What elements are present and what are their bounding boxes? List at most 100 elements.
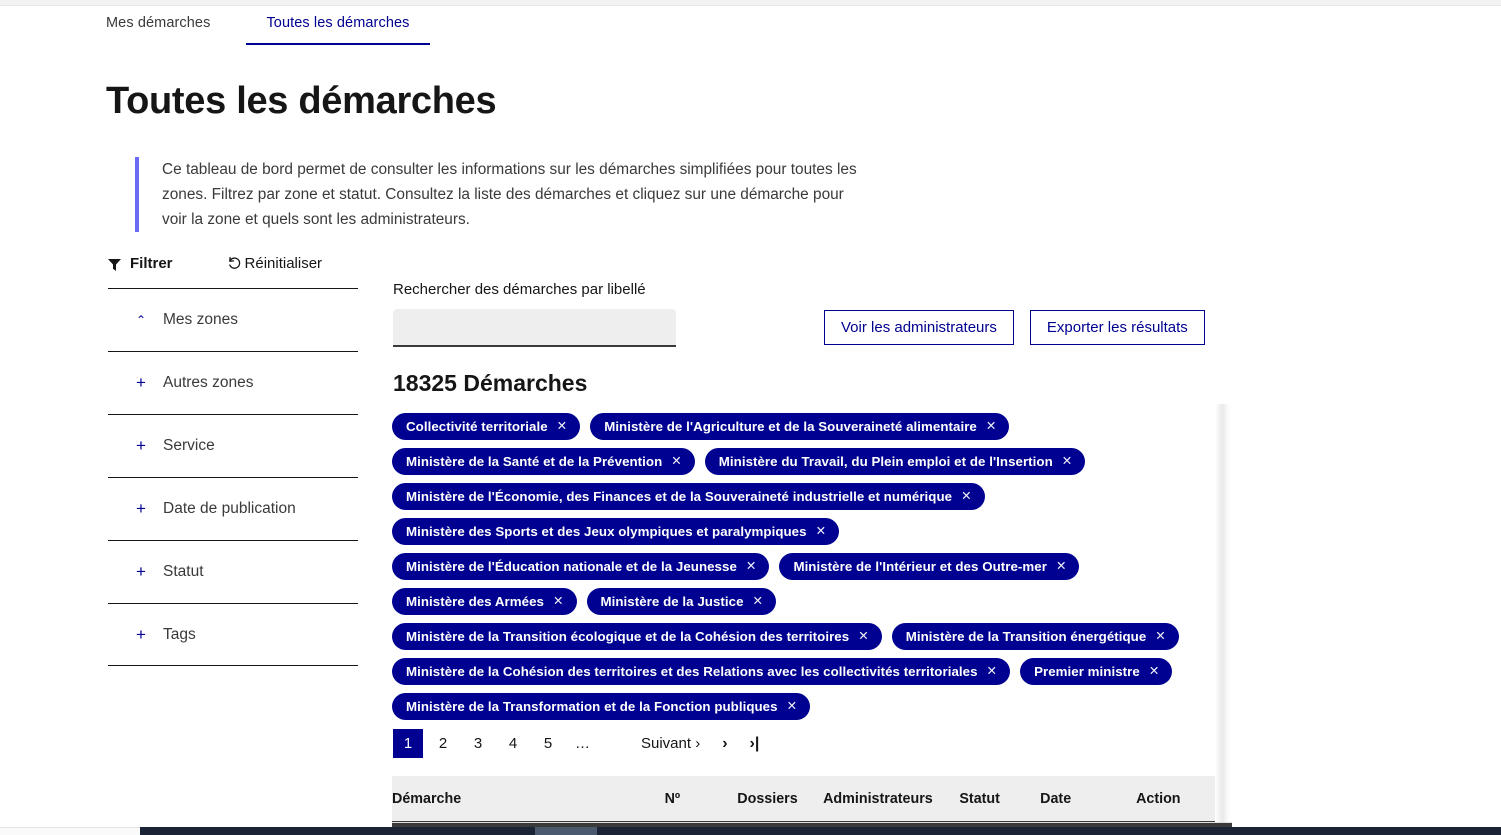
filter-chip[interactable]: Ministère de l'Agriculture et de la Souv… (590, 413, 1009, 440)
chip-label: Ministère du Travail, du Plein emploi et… (719, 454, 1053, 469)
accordion-label: Autres zones (163, 374, 253, 392)
filter-chip[interactable]: Ministère de la Justice✕ (587, 588, 777, 615)
taskbar-left-segment (0, 827, 140, 835)
chip-label: Ministère de l'Éducation nationale et de… (406, 559, 737, 574)
accordion-label: Service (163, 437, 215, 455)
os-taskbar (0, 827, 1501, 835)
page-button-1[interactable]: 1 (393, 729, 423, 758)
filter-chip[interactable]: Ministère de la Santé et de la Préventio… (392, 448, 695, 475)
close-icon[interactable]: ✕ (1149, 665, 1160, 678)
filter-title-group: Filtrer (108, 255, 173, 272)
plus-icon: + (126, 436, 156, 456)
close-icon[interactable]: ✕ (553, 595, 564, 608)
page-button-3[interactable]: 3 (463, 729, 493, 758)
chip-label: Ministère de la Transition écologique et… (406, 629, 849, 644)
column-header-administrateurs[interactable]: Administrateurs (823, 776, 959, 822)
close-icon[interactable]: ✕ (671, 455, 682, 468)
pagination-ellipsis: … (568, 729, 598, 758)
chip-label: Ministère des Sports et des Jeux olympiq… (406, 524, 807, 539)
filter-chip[interactable]: Premier ministre ✕ (1020, 658, 1172, 685)
tab-toutes-les-demarches[interactable]: Toutes les démarches (246, 7, 429, 45)
filter-chip[interactable]: Ministère de la Transition énergétique ✕ (892, 623, 1179, 650)
close-icon[interactable]: ✕ (787, 700, 798, 713)
chip-label: Ministère de la Cohésion des territoires… (406, 664, 978, 679)
accordion-item-statut[interactable]: + Statut (108, 540, 358, 603)
filter-chip[interactable]: Ministère des Armées✕ (392, 588, 577, 615)
filter-chip[interactable]: Collectivité territoriale✕ (392, 413, 580, 440)
filter-chip[interactable]: Ministère de l'Éducation nationale et de… (392, 553, 769, 580)
tab-mes-demarches[interactable]: Mes démarches (106, 7, 246, 45)
close-icon[interactable]: ✕ (557, 420, 568, 433)
accordion-label: Mes zones (163, 311, 238, 329)
close-icon[interactable]: ✕ (746, 560, 757, 573)
main-tabs: Mes démarches Toutes les démarches (106, 7, 430, 45)
filter-chip[interactable]: Ministère de la Transition écologique et… (392, 623, 882, 650)
demarches-table: Démarche Nº Dossiers Administrateurs Sta… (392, 776, 1232, 826)
close-icon[interactable]: ✕ (1155, 630, 1166, 643)
close-icon[interactable]: ✕ (1062, 455, 1073, 468)
filter-header: Filtrer Réinitialiser (108, 255, 358, 272)
column-header-date[interactable]: Date (1040, 776, 1136, 822)
filter-chip[interactable]: Ministère de la Transformation et de la … (392, 693, 810, 720)
accordion-item-autres-zones[interactable]: + Autres zones (108, 351, 358, 414)
accordion-label: Date de publication (163, 500, 296, 518)
close-icon[interactable]: ✕ (987, 665, 998, 678)
export-results-button[interactable]: Exporter les résultats (1030, 310, 1205, 345)
view-administrators-button[interactable]: Voir les administrateurs (824, 310, 1014, 345)
accordion-label: Statut (163, 563, 204, 581)
tab-label: Mes démarches (106, 15, 210, 31)
accordion-item-tags[interactable]: + Tags (108, 603, 358, 666)
reset-filters-button[interactable]: Réinitialiser (227, 255, 323, 272)
chip-label: Premier ministre (1034, 664, 1140, 679)
plus-icon: + (126, 373, 156, 393)
action-buttons: Voir les administrateurs Exporter les ré… (824, 310, 1205, 345)
close-icon[interactable]: ✕ (816, 525, 827, 538)
chevron-up-icon: ⌃ (126, 313, 156, 327)
search-input[interactable] (393, 309, 676, 347)
plus-icon: + (126, 625, 156, 645)
filter-chip[interactable]: Ministère du Travail, du Plein emploi et… (705, 448, 1086, 475)
taskbar-active-window[interactable] (535, 827, 597, 835)
pagination: 1 2 3 4 5 … Suivant › › ›| (393, 729, 759, 758)
chip-label: Ministère de la Transformation et de la … (406, 699, 778, 714)
filter-chip[interactable]: Ministère des Sports et des Jeux olympiq… (392, 518, 839, 545)
accordion-item-service[interactable]: + Service (108, 414, 358, 477)
reset-label: Réinitialiser (245, 255, 323, 272)
search-label: Rechercher des démarches par libellé (393, 281, 646, 298)
chevron-right-icon[interactable]: › (722, 735, 727, 753)
close-icon[interactable]: ✕ (986, 420, 997, 433)
chip-label: Ministère de l'Agriculture et de la Souv… (604, 419, 977, 434)
column-header-action[interactable]: Action (1136, 776, 1232, 822)
filter-chip[interactable]: Ministère de l'Économie, des Finances et… (392, 483, 985, 510)
column-header-demarche[interactable]: Démarche (392, 776, 665, 822)
page-title: Toutes les démarches (106, 80, 496, 123)
page-button-4[interactable]: 4 (498, 729, 528, 758)
chip-label: Ministère de l'Économie, des Finances et… (406, 489, 952, 504)
callout: Ce tableau de bord permet de consulter l… (135, 157, 865, 232)
chip-label: Ministère de la Transition énergétique (906, 629, 1147, 644)
filter-chip[interactable]: Ministère de la Cohésion des territoires… (392, 658, 1010, 685)
accordion-label: Tags (163, 626, 196, 644)
accordion-item-mes-zones[interactable]: ⌃ Mes zones (108, 288, 358, 351)
plus-icon: + (126, 562, 156, 582)
next-page-button[interactable]: Suivant › (641, 735, 700, 752)
close-icon[interactable]: ✕ (1056, 560, 1067, 573)
close-icon[interactable]: ✕ (858, 630, 869, 643)
plus-icon: + (126, 499, 156, 519)
page-button-2[interactable]: 2 (428, 729, 458, 758)
page-button-5[interactable]: 5 (533, 729, 563, 758)
chip-label: Ministère de la Santé et de la Préventio… (406, 454, 662, 469)
results-count: 18325 Démarches (393, 370, 587, 397)
undo-icon (227, 256, 242, 271)
content-right-edge-line (1231, 404, 1232, 834)
column-header-dossiers[interactable]: Dossiers (737, 776, 823, 822)
filter-title: Filtrer (130, 255, 173, 272)
column-header-numero[interactable]: Nº (665, 776, 738, 822)
last-page-icon[interactable]: ›| (750, 735, 760, 753)
filter-chip[interactable]: Ministère de l'Intérieur et des Outre-me… (779, 553, 1079, 580)
active-filter-chips: Collectivité territoriale✕ Ministère de … (392, 413, 1222, 720)
close-icon[interactable]: ✕ (753, 595, 764, 608)
accordion-item-date-de-publication[interactable]: + Date de publication (108, 477, 358, 540)
column-header-statut[interactable]: Statut (959, 776, 1040, 822)
close-icon[interactable]: ✕ (961, 490, 972, 503)
